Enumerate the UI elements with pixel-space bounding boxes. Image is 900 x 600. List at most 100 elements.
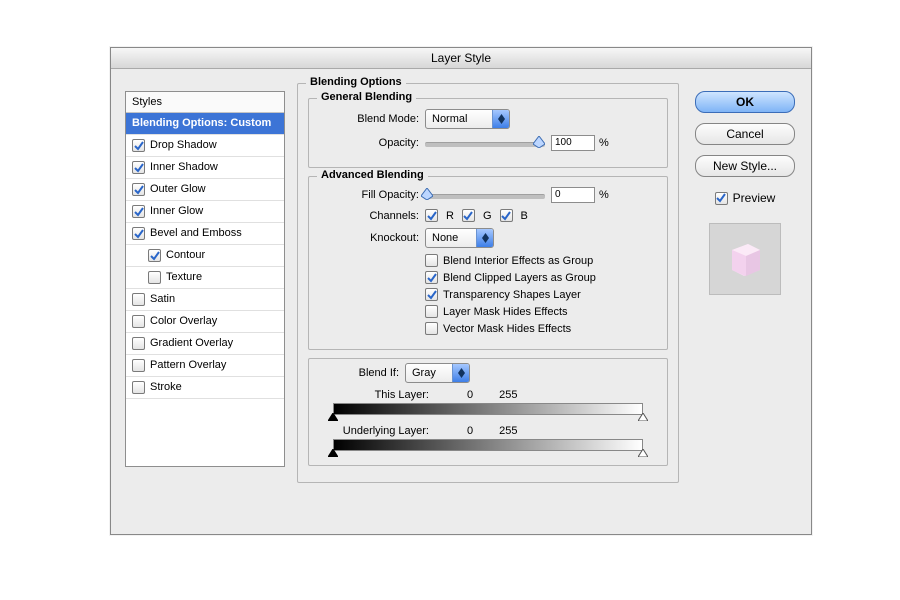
adv-opt-transparency-shapes-layer: Transparency Shapes Layer xyxy=(425,288,657,301)
style-row-label: Drop Shadow xyxy=(150,135,217,156)
blend-mode-label: Blend Mode: xyxy=(319,113,419,125)
advanced-blending-legend: Advanced Blending xyxy=(317,169,428,181)
styles-list: Styles Blending Options: CustomDrop Shad… xyxy=(125,91,285,467)
style-row-label: Pattern Overlay xyxy=(150,355,226,376)
style-row-label: Bevel and Emboss xyxy=(150,223,242,244)
percent-label: % xyxy=(599,137,609,149)
preview-label: Preview xyxy=(733,191,776,205)
style-row-inner-shadow[interactable]: Inner Shadow xyxy=(126,157,284,179)
style-row-label: Contour xyxy=(166,245,205,266)
cancel-button[interactable]: Cancel xyxy=(695,123,795,145)
channel-g-label: G xyxy=(483,210,492,222)
style-checkbox[interactable] xyxy=(132,337,145,350)
adv-opt-checkbox[interactable] xyxy=(425,305,438,318)
style-row-label: Blending Options: Custom xyxy=(132,113,271,134)
adv-opt-label: Transparency Shapes Layer xyxy=(443,289,581,301)
knockout-select[interactable]: None xyxy=(425,228,494,248)
layer-style-dialog: Layer Style Styles Blending Options: Cus… xyxy=(110,47,812,535)
knockout-value: None xyxy=(426,232,476,244)
blend-if-label: Blend If: xyxy=(319,367,399,379)
style-row-stroke[interactable]: Stroke xyxy=(126,377,284,399)
opacity-label: Opacity: xyxy=(319,137,419,149)
fill-opacity-value[interactable]: 0 xyxy=(551,187,595,203)
style-row-label: Texture xyxy=(166,267,202,288)
blending-options-legend: Blending Options xyxy=(306,76,406,88)
underlying-high: 255 xyxy=(499,425,517,437)
dialog-buttons: OK Cancel New Style... Preview xyxy=(693,91,797,295)
adv-opt-blend-interior-effects-as-group: Blend Interior Effects as Group xyxy=(425,254,657,267)
ok-button[interactable]: OK xyxy=(695,91,795,113)
style-checkbox[interactable] xyxy=(132,359,145,372)
adv-opt-label: Blend Clipped Layers as Group xyxy=(443,272,596,284)
style-row-label: Satin xyxy=(150,289,175,310)
blending-options-panel: Blending Options General Blending Blend … xyxy=(297,83,679,493)
adv-opt-checkbox[interactable] xyxy=(425,322,438,335)
preview-checkbox[interactable] xyxy=(715,192,728,205)
style-checkbox[interactable] xyxy=(132,227,145,240)
adv-opt-layer-mask-hides-effects: Layer Mask Hides Effects xyxy=(425,305,657,318)
blend-if-channel-select[interactable]: Gray xyxy=(405,363,470,383)
knockout-label: Knockout: xyxy=(319,232,419,244)
style-row-blending-options-custom[interactable]: Blending Options: Custom xyxy=(126,113,284,135)
underlying-gradient[interactable] xyxy=(333,439,643,453)
style-row-contour[interactable]: Contour xyxy=(126,245,284,267)
window-title: Layer Style xyxy=(111,48,811,69)
opacity-value[interactable]: 100 xyxy=(551,135,595,151)
style-row-gradient-overlay[interactable]: Gradient Overlay xyxy=(126,333,284,355)
gradient-handle-icon[interactable] xyxy=(328,449,338,457)
channel-g-checkbox[interactable] xyxy=(462,209,475,222)
style-checkbox[interactable] xyxy=(132,161,145,174)
channel-r-checkbox[interactable] xyxy=(425,209,438,222)
slider-thumb-icon[interactable] xyxy=(421,188,433,200)
style-row-bevel-and-emboss[interactable]: Bevel and Emboss xyxy=(126,223,284,245)
new-style-button[interactable]: New Style... xyxy=(695,155,795,177)
fill-opacity-slider[interactable] xyxy=(425,188,545,202)
channel-b-label: B xyxy=(521,210,528,222)
style-checkbox[interactable] xyxy=(132,183,145,196)
style-row-label: Outer Glow xyxy=(150,179,206,200)
style-checkbox[interactable] xyxy=(132,315,145,328)
select-arrows-icon xyxy=(476,229,493,247)
style-checkbox[interactable] xyxy=(132,205,145,218)
cube-icon xyxy=(724,238,766,280)
style-checkbox[interactable] xyxy=(132,139,145,152)
preview-swatch xyxy=(709,223,781,295)
select-arrows-icon xyxy=(492,110,509,128)
adv-opt-blend-clipped-layers-as-group: Blend Clipped Layers as Group xyxy=(425,271,657,284)
style-checkbox[interactable] xyxy=(132,293,145,306)
channel-b-checkbox[interactable] xyxy=(500,209,513,222)
slider-thumb-icon[interactable] xyxy=(533,136,545,148)
adv-opt-checkbox[interactable] xyxy=(425,254,438,267)
style-checkbox[interactable] xyxy=(148,271,161,284)
style-row-label: Stroke xyxy=(150,377,182,398)
style-row-pattern-overlay[interactable]: Pattern Overlay xyxy=(126,355,284,377)
style-row-texture[interactable]: Texture xyxy=(126,267,284,289)
blend-mode-value: Normal xyxy=(426,113,492,125)
style-row-color-overlay[interactable]: Color Overlay xyxy=(126,311,284,333)
channels-label: Channels: xyxy=(319,210,419,222)
blend-mode-select[interactable]: Normal xyxy=(425,109,510,129)
style-checkbox[interactable] xyxy=(148,249,161,262)
style-checkbox[interactable] xyxy=(132,381,145,394)
underlying-layer-label: Underlying Layer: xyxy=(319,425,429,437)
general-blending-legend: General Blending xyxy=(317,91,416,103)
gradient-handle-icon[interactable] xyxy=(638,413,648,421)
style-row-inner-glow[interactable]: Inner Glow xyxy=(126,201,284,223)
this-layer-low: 0 xyxy=(467,389,473,401)
adv-opt-checkbox[interactable] xyxy=(425,271,438,284)
style-row-satin[interactable]: Satin xyxy=(126,289,284,311)
style-row-drop-shadow[interactable]: Drop Shadow xyxy=(126,135,284,157)
style-row-label: Color Overlay xyxy=(150,311,217,332)
style-row-outer-glow[interactable]: Outer Glow xyxy=(126,179,284,201)
gradient-handle-icon[interactable] xyxy=(328,413,338,421)
gradient-handle-icon[interactable] xyxy=(638,449,648,457)
blend-if-channel: Gray xyxy=(406,367,452,379)
this-layer-high: 255 xyxy=(499,389,517,401)
adv-opt-label: Vector Mask Hides Effects xyxy=(443,323,571,335)
percent-label: % xyxy=(599,189,609,201)
fill-opacity-label: Fill Opacity: xyxy=(319,189,419,201)
adv-opt-checkbox[interactable] xyxy=(425,288,438,301)
opacity-slider[interactable] xyxy=(425,136,545,150)
this-layer-gradient[interactable] xyxy=(333,403,643,417)
style-row-label: Inner Shadow xyxy=(150,157,218,178)
